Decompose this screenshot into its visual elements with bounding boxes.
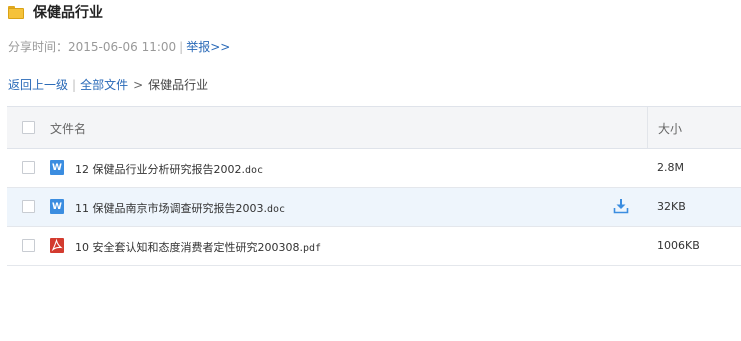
breadcrumb-current: 保健品行业 xyxy=(148,78,209,92)
table-row[interactable]: W 11 保健品南京市场调查研究报告2003.doc 32KB xyxy=(7,188,741,227)
column-header-name[interactable]: 文件名 xyxy=(50,120,86,137)
back-link[interactable]: 返回上一级 xyxy=(8,78,68,92)
all-files-link[interactable]: 全部文件 xyxy=(80,78,128,92)
meta-separator: | xyxy=(179,40,184,54)
file-extension: doc xyxy=(266,204,286,215)
file-name-text: 11 保健品南京市场调查研究报告2003. xyxy=(75,202,267,215)
share-time: 2015-06-06 11:00 xyxy=(68,40,177,54)
breadcrumb-separator: | xyxy=(72,78,77,92)
share-meta: 分享时间：2015-06-06 11:00 | 举报>> xyxy=(8,38,230,55)
table-header: 文件名 大小 xyxy=(7,107,741,149)
file-name-text: 12 保健品行业分析研究报告2002. xyxy=(75,163,245,176)
breadcrumb: 返回上一级 | 全部文件 > 保健品行业 xyxy=(8,76,208,93)
column-divider xyxy=(647,107,648,148)
breadcrumb-arrow: > xyxy=(133,78,144,92)
file-name-text: 10 安全套认知和态度消费者定性研究200308. xyxy=(75,241,303,254)
file-extension: pdf xyxy=(302,243,322,254)
file-size: 2.8M xyxy=(657,161,684,174)
report-link[interactable]: 举报>> xyxy=(186,40,230,54)
title-row: 保健品行业 xyxy=(8,2,103,22)
share-time-label: 分享时间： xyxy=(8,40,69,54)
folder-icon xyxy=(8,5,24,19)
file-size: 1006KB xyxy=(657,239,700,252)
row-checkbox[interactable] xyxy=(22,161,35,174)
file-name[interactable]: 11 保健品南京市场调查研究报告2003.doc xyxy=(75,200,285,216)
file-table: 文件名 大小 W 12 保健品行业分析研究报告2002.doc 2.8M W 1… xyxy=(7,106,741,266)
column-header-size[interactable]: 大小 xyxy=(658,120,682,137)
table-row[interactable]: W 12 保健品行业分析研究报告2002.doc 2.8M xyxy=(7,149,741,188)
word-doc-icon: W xyxy=(50,160,64,175)
row-checkbox[interactable] xyxy=(22,239,35,252)
page-title: 保健品行业 xyxy=(33,5,103,21)
download-icon[interactable] xyxy=(613,198,629,214)
row-checkbox[interactable] xyxy=(22,200,35,213)
file-size: 32KB xyxy=(657,200,686,213)
word-doc-icon: W xyxy=(50,199,64,214)
pdf-icon xyxy=(50,238,64,253)
file-name[interactable]: 10 安全套认知和态度消费者定性研究200308.pdf xyxy=(75,239,321,255)
file-name[interactable]: 12 保健品行业分析研究报告2002.doc xyxy=(75,161,263,177)
table-row[interactable]: 10 安全套认知和态度消费者定性研究200308.pdf 1006KB xyxy=(7,227,741,266)
file-extension: doc xyxy=(244,165,264,176)
select-all-checkbox[interactable] xyxy=(22,121,35,134)
